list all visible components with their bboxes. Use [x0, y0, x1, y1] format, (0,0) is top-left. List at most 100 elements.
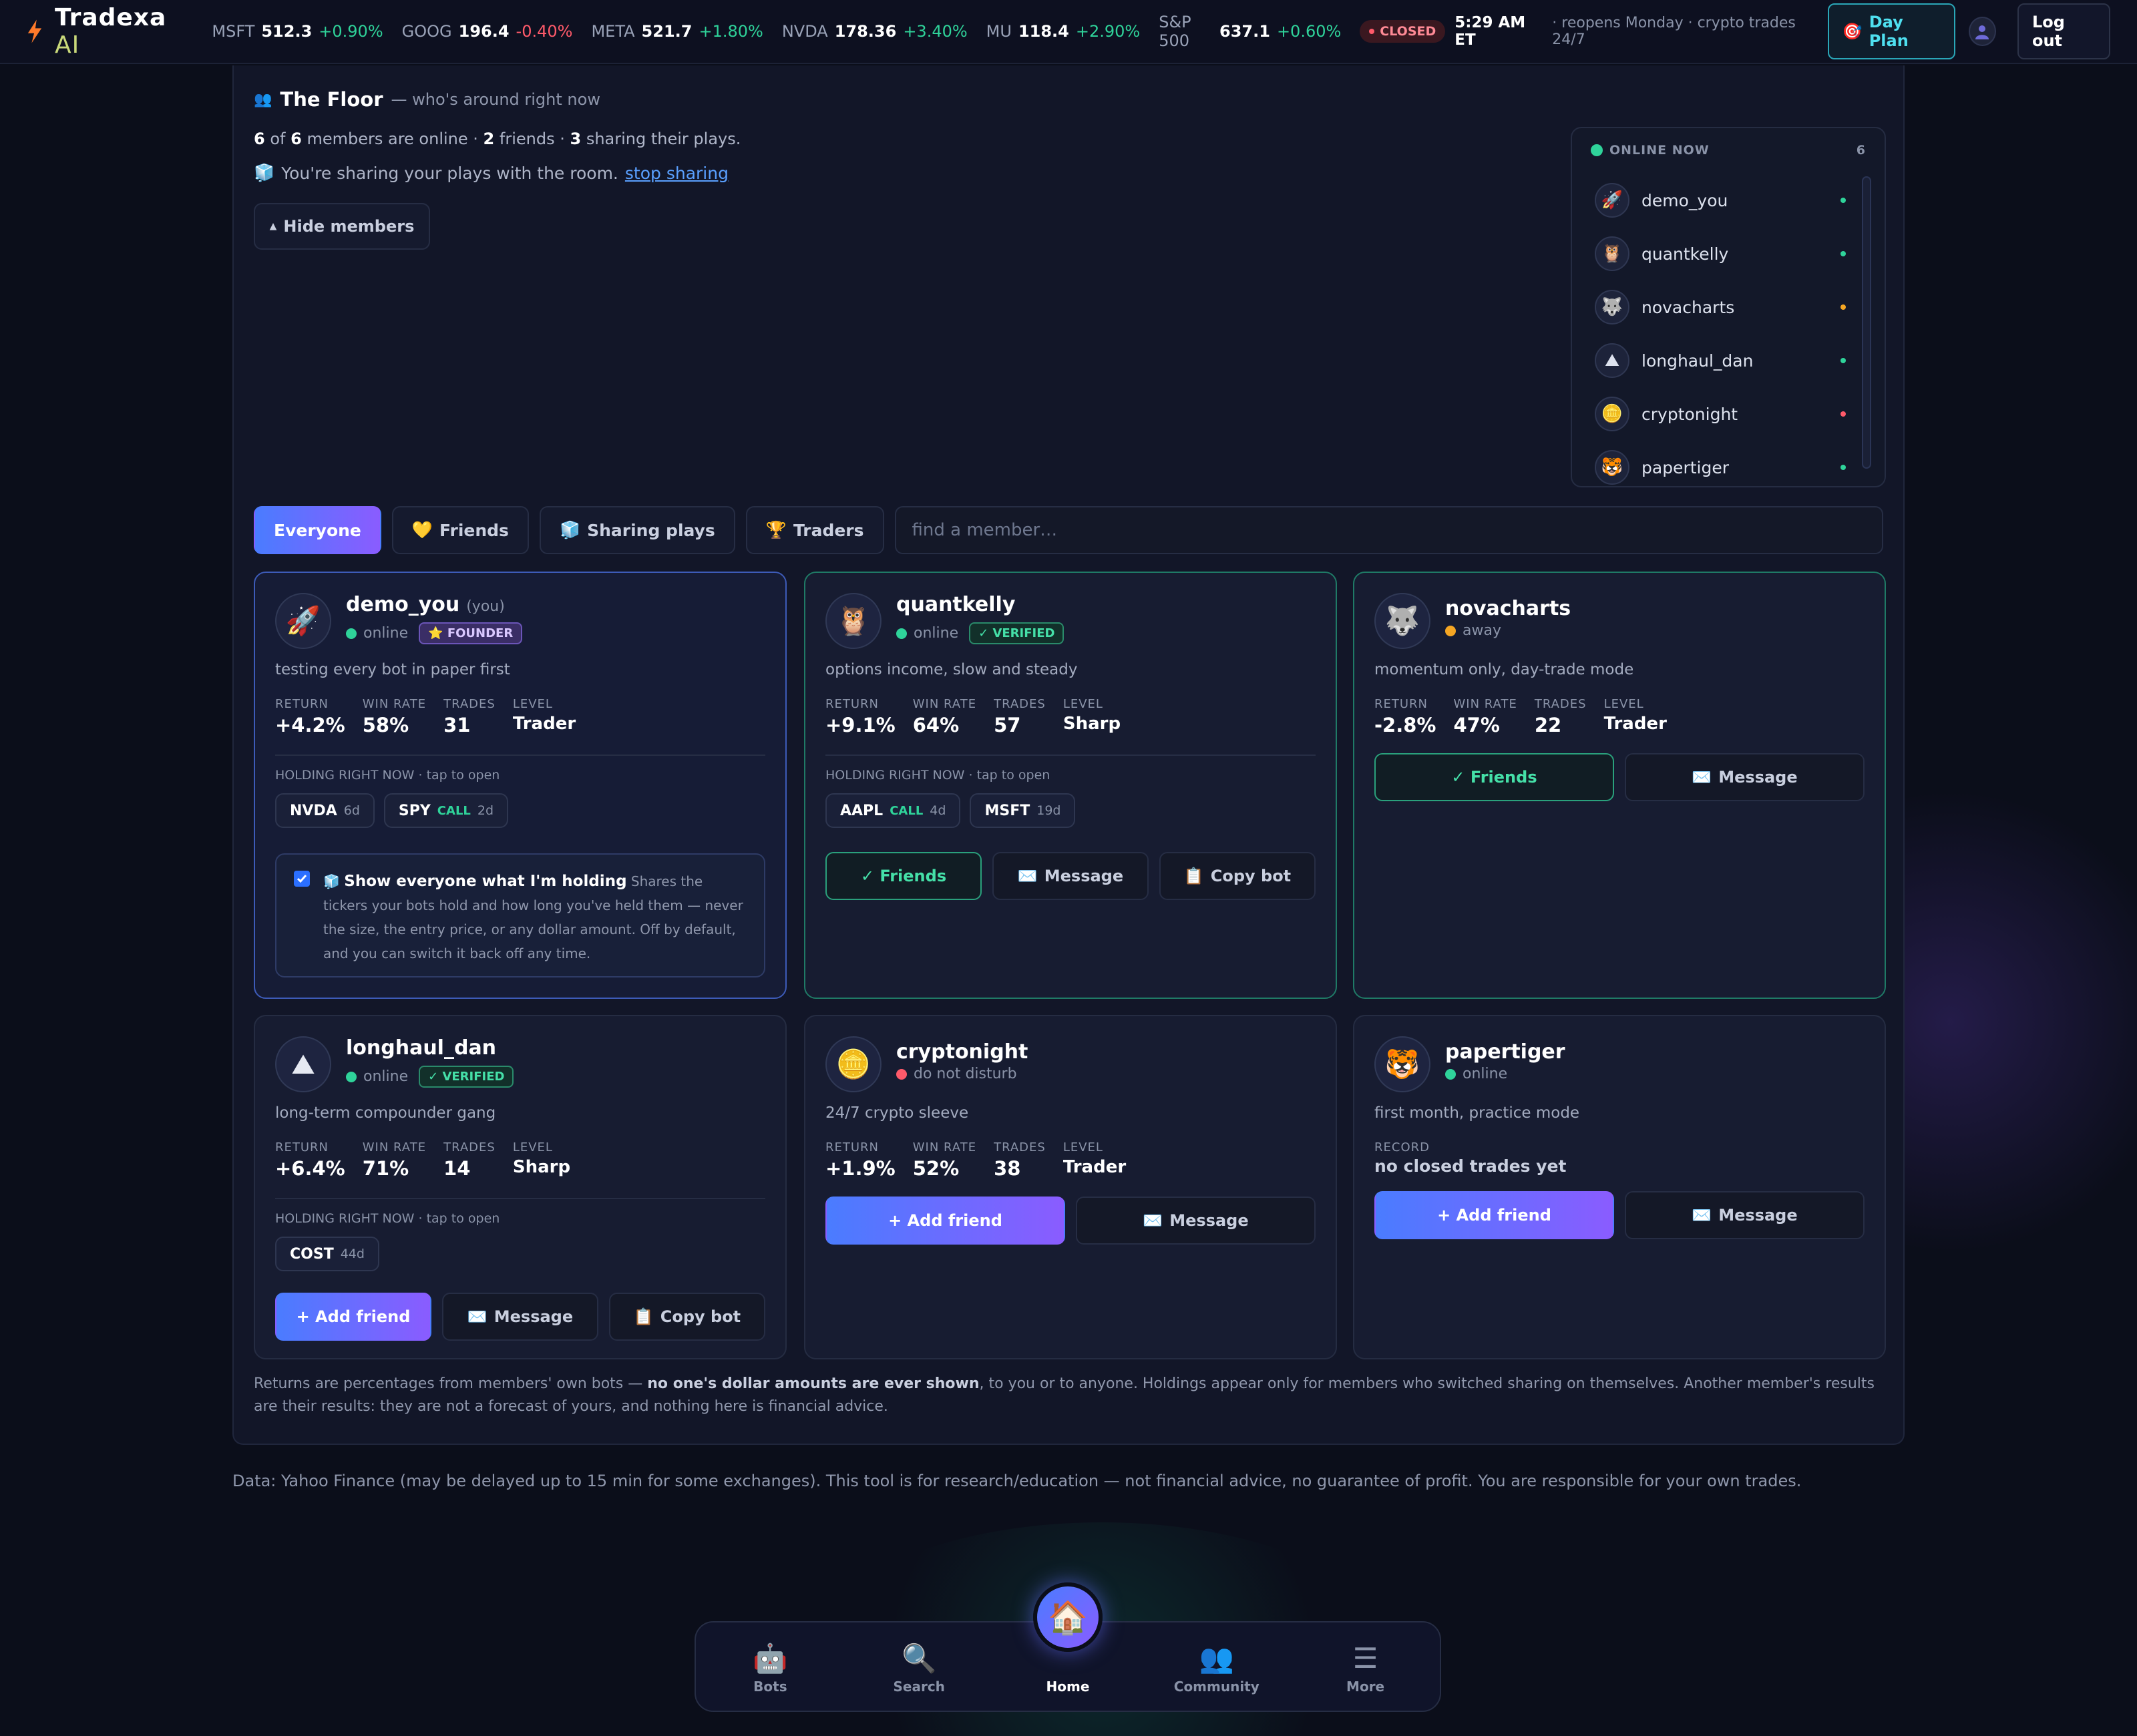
trades-value: 31 — [443, 714, 471, 736]
copy-bot-button[interactable]: 📋 Copy bot — [609, 1293, 765, 1341]
floor-header: 👥 The Floor — who's around right now — [254, 88, 600, 111]
holding-chip[interactable]: NVDA 6d — [275, 793, 375, 828]
hide-members-button[interactable]: ▲ Hide members — [254, 203, 430, 250]
friends-button[interactable]: ✓ Friends — [1374, 753, 1614, 801]
ticker-mu[interactable]: MU 118.4 +2.90% — [986, 22, 1141, 41]
online-now-panel: ONLINE NOW 6 🚀 demo_you 🦉 quantkelly 🐺 nova… — [1571, 127, 1886, 487]
online-member[interactable]: 🪙 cryptonight — [1595, 387, 1846, 441]
ticker-nvda[interactable]: NVDA 178.36 +3.40% — [782, 22, 968, 41]
ticker-change: +1.80% — [699, 22, 763, 41]
holding-chip[interactable]: AAPL CALL 4d — [825, 793, 961, 828]
add-friend-button[interactable]: + Add friend — [1374, 1191, 1614, 1239]
copy-bot-button[interactable]: 📋 Copy bot — [1159, 852, 1316, 900]
online-member[interactable]: 🐯 papertiger — [1595, 441, 1846, 486]
trophy-icon: 🏆 — [765, 520, 787, 539]
avatar: ⛰ — [275, 1036, 331, 1092]
target-icon: 🎯 — [1842, 22, 1863, 41]
add-friend-button[interactable]: + Add friend — [275, 1293, 431, 1341]
ticker-sp500[interactable]: S&P 500 637.1 +0.60% — [1159, 13, 1341, 50]
online-member[interactable]: 🐺 novacharts — [1595, 280, 1846, 334]
holding-label: HOLDING RIGHT NOW · tap to open — [275, 1211, 500, 1226]
member-bio: long-term compounder gang — [275, 1104, 496, 1122]
returns-footnote: Returns are percentages from members' ow… — [254, 1375, 1875, 1415]
envelope-icon: ✉️ — [467, 1307, 488, 1326]
avatar: 🐺 — [1595, 290, 1629, 324]
heart-icon: 💛 — [411, 520, 433, 539]
logout-button[interactable]: Log out — [2017, 3, 2111, 59]
member-name: papertiger — [1445, 1040, 1565, 1064]
ticker-goog[interactable]: GOOG 196.4 -0.40% — [402, 22, 573, 41]
level-value: Trader — [1062, 1157, 1127, 1177]
win-rate-value: 64% — [912, 714, 960, 736]
win-rate-value: 52% — [912, 1157, 960, 1180]
record-label: RECORD — [1374, 1140, 1430, 1154]
filter-sharing-plays[interactable]: 🧊 Sharing plays — [539, 506, 735, 554]
friends-button[interactable]: ✓ Friends — [825, 852, 982, 900]
ticker-price: 196.4 — [458, 22, 510, 41]
online-member-list[interactable]: 🚀 demo_you 🦉 quantkelly 🐺 novacharts ⛰ longh… — [1595, 174, 1846, 486]
market-status: CLOSED 5:29 AM ET · reopens Monday · cry… — [1360, 14, 1808, 49]
member-bio: momentum only, day-trade mode — [1374, 661, 1634, 678]
holding-label: HOLDING RIGHT NOW · tap to open — [825, 768, 1050, 783]
nav-community[interactable]: 👥 Community — [1142, 1622, 1291, 1711]
ticker-meta[interactable]: META 521.7 +1.80% — [591, 22, 763, 41]
card-actions: + Add friend ✉️ Message — [1374, 1191, 1865, 1239]
ticker-change: +2.90% — [1075, 22, 1141, 41]
envelope-icon: ✉️ — [1692, 1206, 1712, 1225]
message-button[interactable]: ✉️ Message — [442, 1293, 598, 1341]
share-holdings-toggle[interactable]: 🧊 Show everyone what I'm holding Shares … — [275, 853, 765, 978]
ice-cube-icon: 🧊 — [323, 873, 340, 889]
market-time: 5:29 AM ET — [1454, 14, 1526, 49]
holding-chip[interactable]: SPY CALL 2d — [383, 793, 509, 828]
holdings-list: NVDA 6d SPY CALL 2d — [275, 793, 509, 828]
trades-value: 57 — [994, 714, 1021, 736]
online-member[interactable]: 🚀 demo_you — [1595, 174, 1846, 227]
ticker-price: 118.4 — [1018, 22, 1069, 41]
floor-title: The Floor — [280, 88, 383, 111]
user-icon — [1975, 25, 1989, 39]
avatar: 🐺 — [1374, 593, 1430, 649]
filter-everyone[interactable]: Everyone — [254, 506, 381, 554]
nav-bots[interactable]: 🤖 Bots — [696, 1622, 845, 1711]
ice-cube-icon: 🧊 — [254, 163, 275, 182]
nav-home[interactable]: 🏠 Home — [994, 1582, 1143, 1711]
stop-sharing-link[interactable]: stop sharing — [625, 164, 729, 183]
clipboard-icon: 📋 — [633, 1307, 654, 1326]
online-member[interactable]: ⛰ longhaul_dan — [1595, 334, 1846, 387]
ticker-change: +3.40% — [903, 22, 968, 41]
holdings-list: COST 44d — [275, 1237, 379, 1271]
filter-traders[interactable]: 🏆 Traders — [745, 506, 884, 554]
share-checkbox[interactable] — [294, 871, 310, 887]
message-button[interactable]: ✉️ Message — [1625, 753, 1865, 801]
ticker-price: 178.36 — [834, 22, 897, 41]
day-plan-button[interactable]: 🎯 Day Plan — [1827, 3, 1955, 59]
avatar: 🪙 — [1595, 397, 1629, 431]
user-avatar[interactable] — [1968, 17, 1996, 46]
online-member[interactable]: 🦉 quantkelly — [1595, 227, 1846, 280]
floor-stats: 6 of 6 members are online · 2 friends · … — [254, 130, 741, 148]
holding-chip[interactable]: COST 44d — [275, 1237, 379, 1271]
level-value: Sharp — [512, 1157, 571, 1177]
avatar: 🐯 — [1374, 1036, 1430, 1092]
ticker-symbol: GOOG — [401, 22, 452, 41]
add-friend-button[interactable]: + Add friend — [825, 1197, 1065, 1245]
holding-chip[interactable]: MSFT 19d — [970, 793, 1076, 828]
filter-friends[interactable]: 💛 Friends — [391, 506, 529, 554]
clipboard-icon: 📋 — [1183, 867, 1204, 885]
nav-search[interactable]: 🔍 Search — [845, 1622, 994, 1711]
online-list-scrollbar[interactable] — [1862, 176, 1871, 469]
avatar: ⛰ — [1595, 343, 1629, 378]
message-button[interactable]: ✉️ Message — [992, 852, 1149, 900]
ticker-msft[interactable]: MSFT 512.3 +0.90% — [212, 22, 383, 41]
bolt-icon — [27, 19, 42, 43]
return-value: +4.2% — [275, 714, 345, 736]
ticker-symbol: META — [591, 22, 635, 41]
brand[interactable]: Tradexa AI — [27, 4, 189, 59]
avatar: 🐯 — [1595, 450, 1629, 485]
message-button[interactable]: ✉️ Message — [1625, 1191, 1865, 1239]
star-icon: ⭐ — [428, 626, 443, 640]
message-button[interactable]: ✉️ Message — [1076, 1197, 1316, 1245]
member-search-input[interactable] — [894, 506, 1883, 554]
nav-more[interactable]: ☰ More — [1291, 1622, 1440, 1711]
member-filters: Everyone 💛 Friends 🧊 Sharing plays 🏆 Trader… — [254, 506, 1883, 554]
